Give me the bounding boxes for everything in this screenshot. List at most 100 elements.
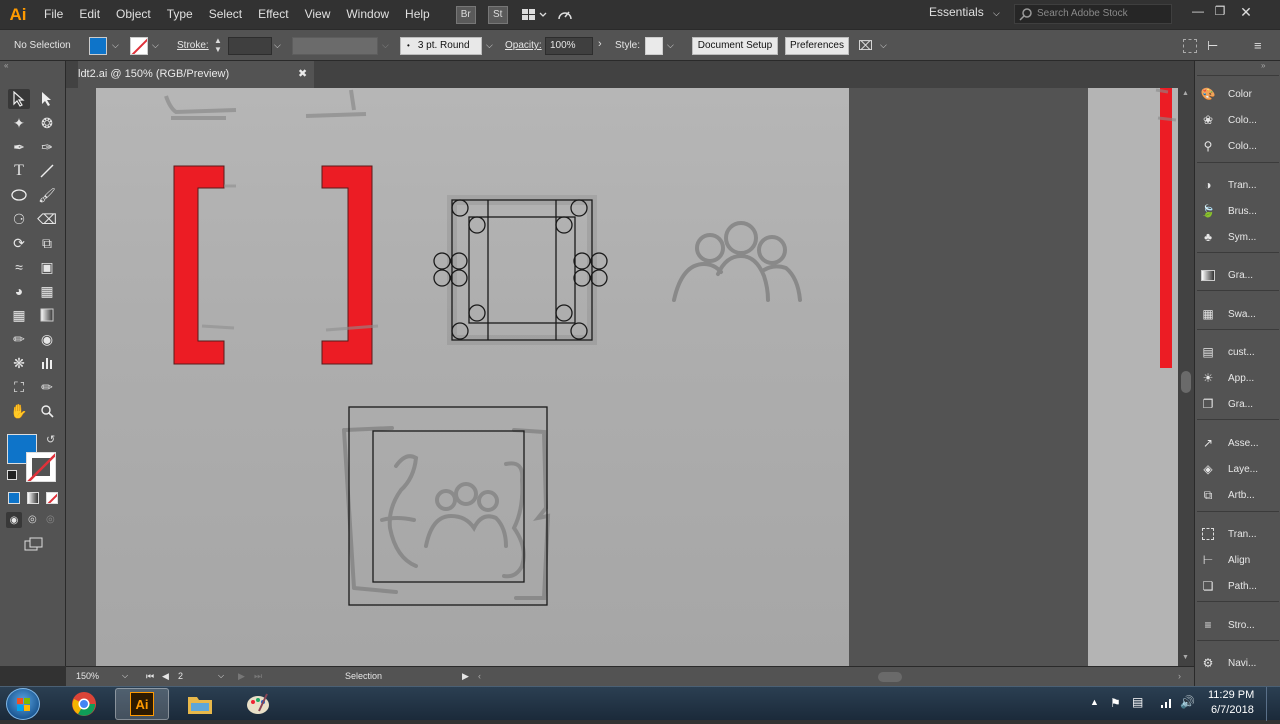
panel-color-themes[interactable]: ⚲ Colo... — [1199, 135, 1279, 157]
shape-builder-tool-icon[interactable]: ◕ — [8, 281, 30, 301]
menu-help[interactable]: Help — [397, 0, 438, 29]
rotate-tool-icon[interactable]: ⟳ — [8, 233, 30, 253]
action-center-icon[interactable]: ⚑ — [1110, 696, 1121, 710]
draw-inside-icon[interactable]: ◎ — [46, 514, 55, 525]
opacity-input[interactable]: 100% — [545, 37, 593, 55]
scroll-thumb[interactable] — [1181, 371, 1191, 393]
panel-asset-export[interactable]: ↗ Asse... — [1199, 432, 1279, 454]
hscroll-left-icon[interactable]: ‹ — [478, 671, 481, 681]
first-artboard-icon[interactable]: ⏮ — [146, 671, 154, 682]
document-tab[interactable]: ldt2.ai @ 150% (RGB/Preview) — [78, 61, 248, 88]
free-transform-tool-icon[interactable]: ▣ — [36, 257, 58, 277]
minimize-icon[interactable]: — — [1188, 4, 1208, 20]
draw-normal-icon[interactable]: ◉ — [6, 512, 22, 528]
pen-tool-icon[interactable]: ✒ — [8, 137, 30, 157]
screen-mode-icon[interactable] — [24, 537, 44, 551]
gpu-performance-icon[interactable] — [556, 7, 576, 23]
gradient-tool-icon[interactable] — [36, 305, 58, 325]
menu-window[interactable]: Window — [338, 0, 397, 29]
panel-transparency[interactable]: ◑ Tran... — [1199, 174, 1279, 196]
panel-align[interactable]: ⊢ Align — [1199, 549, 1279, 571]
zoom-dropdown-icon[interactable]: ⌵ — [122, 671, 128, 681]
blend-tool-icon[interactable]: ◉ — [36, 329, 58, 349]
type-tool-icon[interactable]: T — [8, 161, 30, 181]
select-similar-icon[interactable]: ⌧ — [858, 38, 876, 54]
artboard-tool-icon[interactable]: ⛶ — [8, 377, 30, 397]
panel-gradient[interactable]: Gra... — [1199, 264, 1279, 286]
canvas-area[interactable] — [66, 88, 1178, 666]
panel-color-guide[interactable]: ❀ Colo... — [1199, 109, 1279, 131]
menu-edit[interactable]: Edit — [71, 0, 108, 29]
panel-appearance[interactable]: ☀ App... — [1199, 367, 1279, 389]
workspace-switcher[interactable]: Essentials ⌵ — [929, 5, 1000, 19]
close-window-icon[interactable]: ✕ — [1236, 4, 1256, 20]
menu-view[interactable]: View — [297, 0, 339, 29]
default-fill-stroke-icon[interactable] — [7, 470, 17, 480]
last-artboard-icon[interactable]: ⏭ — [254, 671, 262, 682]
fill-dropdown-icon[interactable]: ⌵ — [112, 40, 119, 51]
line-segment-tool-icon[interactable] — [36, 161, 58, 181]
volume-icon[interactable]: 🔊 — [1180, 695, 1195, 709]
hscroll-right-icon[interactable]: › — [1178, 671, 1181, 681]
stroke-weight-dropdown-icon[interactable]: ⌵ — [274, 40, 281, 51]
symbol-sprayer-tool-icon[interactable]: ❋ — [8, 353, 30, 373]
curvature-tool-icon[interactable]: ✑ — [36, 137, 58, 157]
stroke-weight-stepper[interactable]: ▲ ▼ — [214, 36, 224, 56]
clock-date[interactable]: 6/7/2018 — [1211, 704, 1254, 716]
stock-search-input[interactable]: Search Adobe Stock — [1014, 4, 1172, 24]
restore-icon[interactable]: ❐ — [1210, 4, 1230, 20]
menu-type[interactable]: Type — [159, 0, 201, 29]
dock-collapse-icon[interactable]: » — [1261, 61, 1265, 70]
ellipse-tool-icon[interactable] — [8, 185, 30, 205]
toolbar-collapse-icon[interactable]: « — [4, 61, 8, 70]
perspective-grid-tool-icon[interactable]: ▦ — [36, 281, 58, 301]
menu-object[interactable]: Object — [108, 0, 159, 29]
menu-file[interactable]: File — [36, 0, 71, 29]
eyedropper-tool-icon[interactable]: ✏ — [8, 329, 30, 349]
show-desktop-button[interactable] — [1266, 687, 1280, 721]
taskbar-illustrator[interactable]: Ai — [115, 688, 169, 720]
magic-wand-tool-icon[interactable]: ✦ — [8, 113, 30, 133]
panel-transform[interactable]: Tran... — [1199, 523, 1279, 545]
show-hidden-icons[interactable]: ▲ — [1090, 697, 1099, 707]
align-options-icon[interactable]: ⊢ — [1207, 38, 1223, 54]
prev-artboard-icon[interactable]: ◀ — [162, 671, 169, 682]
panel-menu-icon[interactable]: ≡ — [1254, 38, 1268, 54]
profile-dropdown-icon[interactable]: ⌵ — [382, 40, 389, 51]
scale-tool-icon[interactable]: ⧉ — [36, 233, 58, 253]
clock-time[interactable]: 11:29 PM — [1208, 689, 1254, 701]
stroke-color-box[interactable] — [26, 452, 56, 482]
opacity-arrow-icon[interactable]: › — [598, 38, 602, 50]
panel-artboards[interactable]: ⧉ Artb... — [1199, 484, 1279, 506]
scroll-down-icon[interactable]: ▼ — [1182, 654, 1189, 661]
preferences-button[interactable]: Preferences — [785, 37, 849, 55]
column-graph-tool-icon[interactable] — [36, 353, 58, 373]
panel-graphic-styles[interactable]: ❐ Gra... — [1199, 393, 1279, 415]
opacity-label[interactable]: Opacity: — [505, 40, 542, 51]
eraser-tool-icon[interactable]: ⌫ — [36, 209, 58, 229]
vertical-scrollbar[interactable]: ▲ ▼ — [1178, 88, 1194, 666]
document-setup-button[interactable]: Document Setup — [692, 37, 778, 55]
taskbar-chrome[interactable] — [57, 688, 111, 720]
transform-options-icon[interactable] — [1183, 39, 1197, 53]
panel-navigator[interactable]: ⚙ Navi... — [1199, 652, 1279, 674]
bridge-button[interactable]: Br — [455, 5, 476, 24]
width-tool-icon[interactable]: ≈ — [8, 257, 30, 277]
panel-layers[interactable]: ◈ Laye... — [1199, 458, 1279, 480]
selection-tool-icon[interactable] — [8, 89, 30, 109]
shaper-tool-icon[interactable]: ⚆ — [8, 209, 30, 229]
swap-fill-stroke-icon[interactable]: ↺ — [46, 433, 55, 446]
stroke-weight-input[interactable] — [228, 37, 272, 55]
draw-behind-icon[interactable]: ◎ — [28, 514, 37, 525]
artboard-number[interactable]: 2 — [178, 671, 183, 681]
panel-pathfinder[interactable]: ❏ Path... — [1199, 575, 1279, 597]
brush-definition-dropdown[interactable]: • 3 pt. Round — [400, 37, 482, 55]
menu-effect[interactable]: Effect — [250, 0, 296, 29]
arrange-documents-icon[interactable] — [521, 7, 548, 23]
mesh-tool-icon[interactable]: ▦ — [8, 305, 30, 325]
taskbar-explorer[interactable] — [173, 688, 227, 720]
stroke-dropdown-icon[interactable]: ⌵ — [152, 40, 159, 51]
scroll-up-icon[interactable]: ▲ — [1182, 90, 1189, 97]
zoom-level[interactable]: 150% — [76, 671, 99, 681]
lasso-tool-icon[interactable]: ❂ — [36, 113, 58, 133]
